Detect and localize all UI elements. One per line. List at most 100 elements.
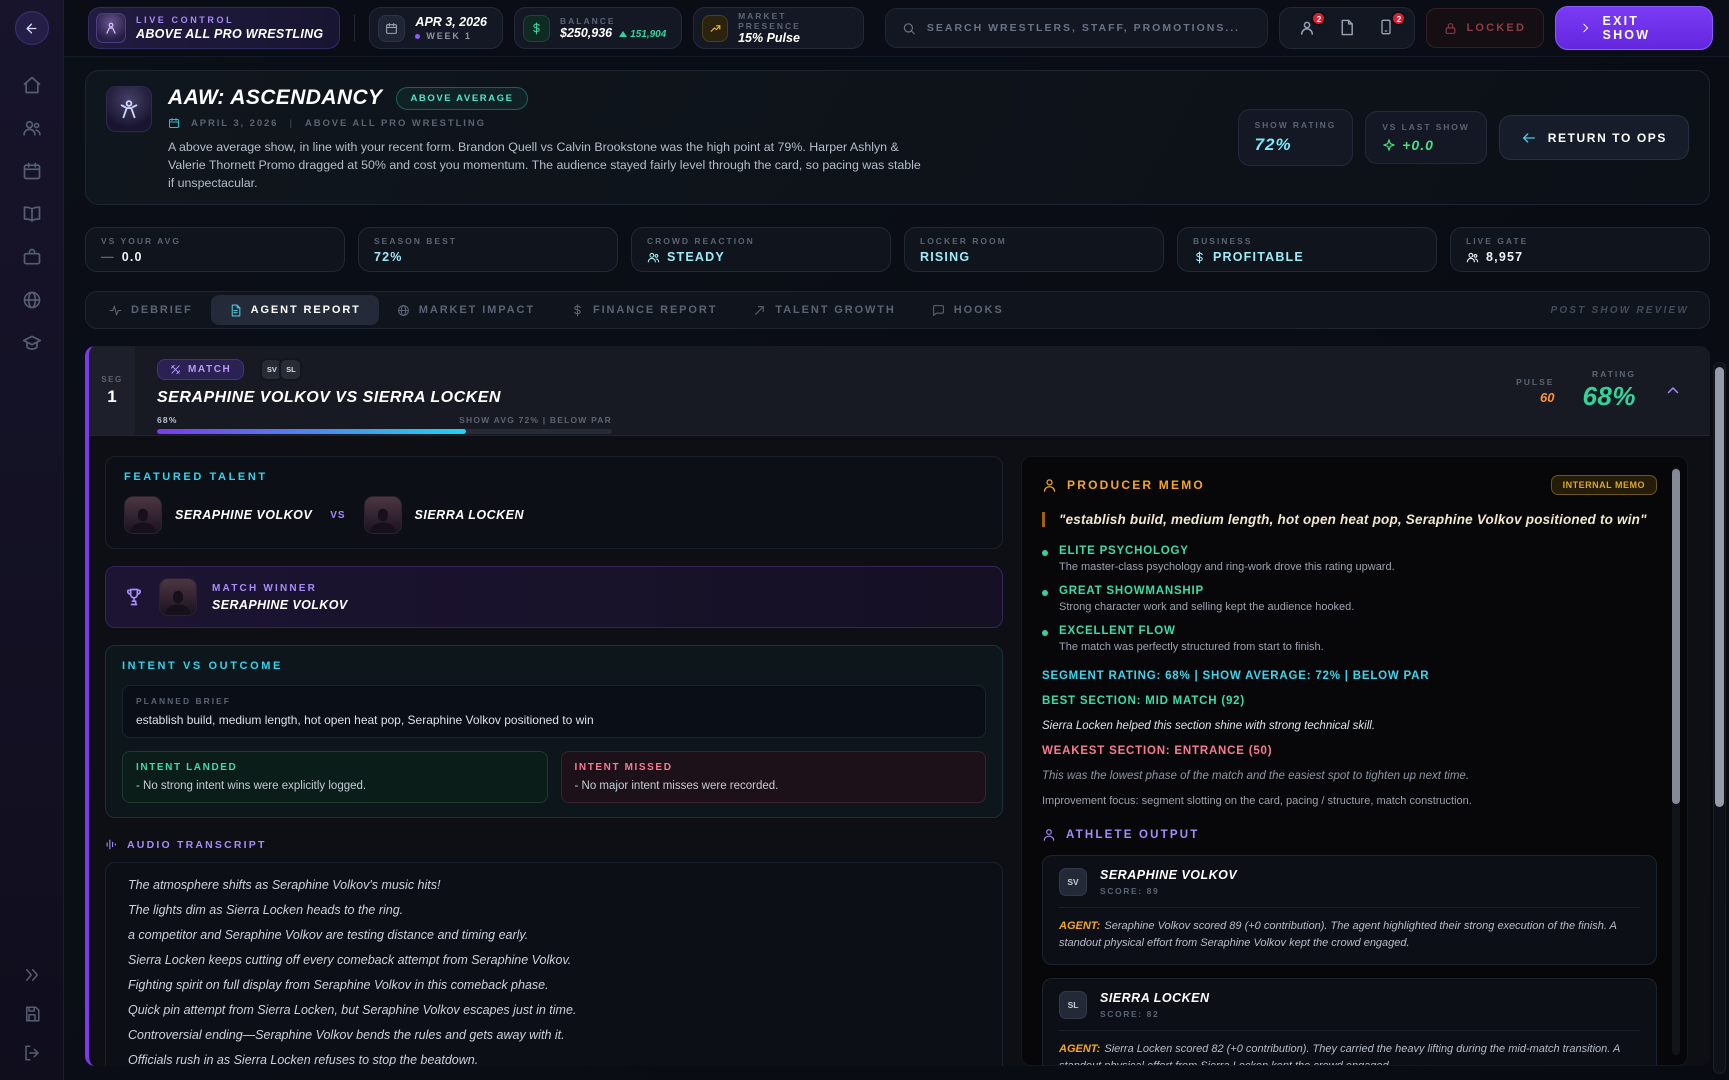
tab-finance-report[interactable]: FINANCE REPORT (553, 295, 735, 325)
tab-agent-report[interactable]: AGENT REPORT (211, 295, 379, 325)
stat-locker-room: LOCKER ROOM RISING (904, 227, 1164, 272)
sidebar-nav (22, 75, 42, 353)
exit-show-button[interactable]: EXIT SHOW (1555, 6, 1713, 50)
bullet-dot-icon (1042, 630, 1048, 636)
device-badge: 2 (1391, 11, 1406, 26)
show-date: APRIL 3, 2026 (191, 118, 278, 129)
document-alert-wrap[interactable] (1338, 19, 1356, 37)
roster-users-icon[interactable] (22, 118, 42, 138)
stat-label: SEASON BEST (374, 236, 602, 246)
stat-label: BUSINESS (1193, 236, 1421, 246)
arrow-left-icon (24, 21, 39, 36)
audio-transcript-label: AUDIO TRANSCRIPT (127, 839, 267, 851)
show-promotion: ABOVE ALL PRO WRESTLING (305, 118, 486, 129)
show-title: AAW: ASCENDANCY (168, 86, 382, 110)
vs-last-show-label: VS LAST SHOW (1382, 122, 1470, 132)
crowd-users-icon (647, 251, 660, 264)
search-bar[interactable] (885, 8, 1269, 48)
talent-name-left: SERAPHINE VOLKOV (175, 508, 312, 522)
stat-business: BUSINESS PROFITABLE (1177, 227, 1437, 272)
sidebar (0, 0, 64, 1080)
bullet-title: EXCELLENT FLOW (1059, 625, 1324, 637)
tab-hooks[interactable]: HOOKS (914, 295, 1022, 325)
tab-market-impact[interactable]: MARKET IMPACT (379, 295, 553, 325)
balance-value: $250,936 (560, 26, 612, 40)
balance-label: BALANCE (560, 16, 666, 26)
memo-scrollbar-thumb[interactable] (1672, 469, 1680, 804)
stat-season-best: SEASON BEST 72% (358, 227, 618, 272)
seg-label: SEG (101, 375, 122, 384)
world-globe-icon[interactable] (22, 290, 42, 310)
document-icon (1338, 19, 1355, 36)
producer-person-icon (1042, 478, 1057, 493)
best-section-line: BEST SECTION: MID MATCH (92) (1042, 695, 1657, 707)
expand-chevrons-icon[interactable] (23, 966, 41, 984)
back-button[interactable] (15, 11, 49, 45)
home-icon[interactable] (22, 75, 42, 95)
balance-chip[interactable]: BALANCE $250,936 151,904 (514, 7, 682, 49)
athlete-agent-note: AGENT:Sierra Locken scored 82 (+0 contri… (1059, 1030, 1640, 1066)
intent-landed-box: INTENT LANDED - No strong intent wins we… (122, 751, 548, 803)
match-winner-name: SERAPHINE VOLKOV (212, 598, 348, 612)
transcript-line: The atmosphere shifts as Seraphine Volko… (128, 878, 980, 892)
dollar-icon (571, 304, 584, 317)
stat-value: RISING (920, 250, 970, 264)
stat-value: PROFITABLE (1213, 250, 1304, 264)
meta-divider: | (289, 118, 294, 129)
memo-scrollbar (1672, 467, 1680, 1055)
athlete-output-header: ATHLETE OUTPUT (1042, 828, 1657, 842)
stat-label: LOCKER ROOM (920, 236, 1148, 246)
market-chip[interactable]: MARKET PRESENCE 15% Pulse (693, 7, 864, 49)
show-header-card: AAW: ASCENDANCY ABOVE AVERAGE APRIL 3, 2… (85, 70, 1710, 205)
date-chip[interactable]: APR 3, 2026 WEEK 1 (369, 7, 503, 49)
logout-icon[interactable] (23, 1044, 41, 1062)
bullet-desc: The master-class psychology and ring-wor… (1059, 561, 1395, 573)
page-scrollbar-thumb[interactable] (1715, 367, 1724, 807)
progress-value: 68% (157, 415, 178, 425)
segment-header[interactable]: SEG 1 MATCH SV SL SERAPHINE VOL (89, 346, 1710, 436)
segment-metrics: PULSE 60 RATING 68% (1516, 346, 1710, 435)
return-to-ops-button[interactable]: RETURN TO OPS (1499, 115, 1689, 160)
brand-chip[interactable]: LIVE CONTROL ABOVE ALL PRO WRESTLING (88, 7, 340, 49)
notification-cluster: 2 2 (1279, 7, 1415, 49)
vs-last-show-value: +0.0 (1382, 137, 1470, 153)
producer-memo-panel: PRODUCER MEMO INTERNAL MEMO "establish b… (1021, 456, 1688, 1066)
stat-label: CROWD REACTION (647, 236, 875, 246)
schedule-calendar-icon[interactable] (22, 161, 42, 181)
transcript-line: Fighting spirit on full display from Ser… (128, 978, 980, 992)
show-meta: APRIL 3, 2026 | ABOVE ALL PRO WRESTLING (168, 117, 930, 129)
tab-debrief[interactable]: DEBRIEF (91, 295, 211, 325)
save-icon[interactable] (23, 1005, 41, 1023)
bullet-desc: Strong character work and selling kept t… (1059, 601, 1354, 613)
report-tabbar: DEBRIEF AGENT REPORT MARKET IMPACT FINAN… (85, 291, 1710, 329)
athlete-score: SCORE: 89 (1100, 886, 1237, 896)
stats-row: VS YOUR AVG —0.0 SEASON BEST 72% CROWD R… (85, 227, 1710, 272)
locked-chip[interactable]: LOCKED (1426, 8, 1544, 48)
library-book-icon[interactable] (22, 204, 42, 224)
producer-memo-header: PRODUCER MEMO INTERNAL MEMO (1042, 475, 1657, 495)
balance-delta: 151,904 (619, 29, 666, 40)
people-alert-wrap[interactable]: 2 (1298, 19, 1316, 37)
athlete-score: SCORE: 82 (1100, 1009, 1210, 1019)
improvement-focus: Improvement focus: segment slotting on t… (1042, 795, 1657, 807)
avatar-sl: SL (279, 358, 302, 381)
business-briefcase-icon[interactable] (22, 247, 42, 267)
stat-label: VS YOUR AVG (101, 236, 329, 246)
balance-dollar-icon (523, 15, 550, 42)
weakest-section-line: WEAKEST SECTION: ENTRANCE (50) (1042, 745, 1657, 757)
trophy-icon (124, 587, 144, 607)
topbar-divider (354, 15, 355, 41)
academy-graduation-icon[interactable] (22, 333, 42, 353)
pulse-block: PULSE 60 (1516, 377, 1554, 405)
tab-talent-growth[interactable]: TALENT GROWTH (735, 295, 913, 325)
device-alert-wrap[interactable]: 2 (1378, 19, 1396, 37)
globe-icon (397, 304, 410, 317)
collapse-chevron-up-icon[interactable] (1664, 382, 1682, 400)
file-text-icon (229, 304, 242, 317)
featured-talent-card: FEATURED TALENT SERAPHINE VOLKOV VS SIER… (105, 456, 1003, 549)
featured-talent-heading: FEATURED TALENT (124, 471, 984, 483)
intent-heading: INTENT VS OUTCOME (122, 660, 986, 672)
search-input[interactable] (927, 22, 1252, 34)
agent-prefix: AGENT: (1059, 920, 1100, 932)
show-rating-label: SHOW RATING (1255, 120, 1337, 130)
